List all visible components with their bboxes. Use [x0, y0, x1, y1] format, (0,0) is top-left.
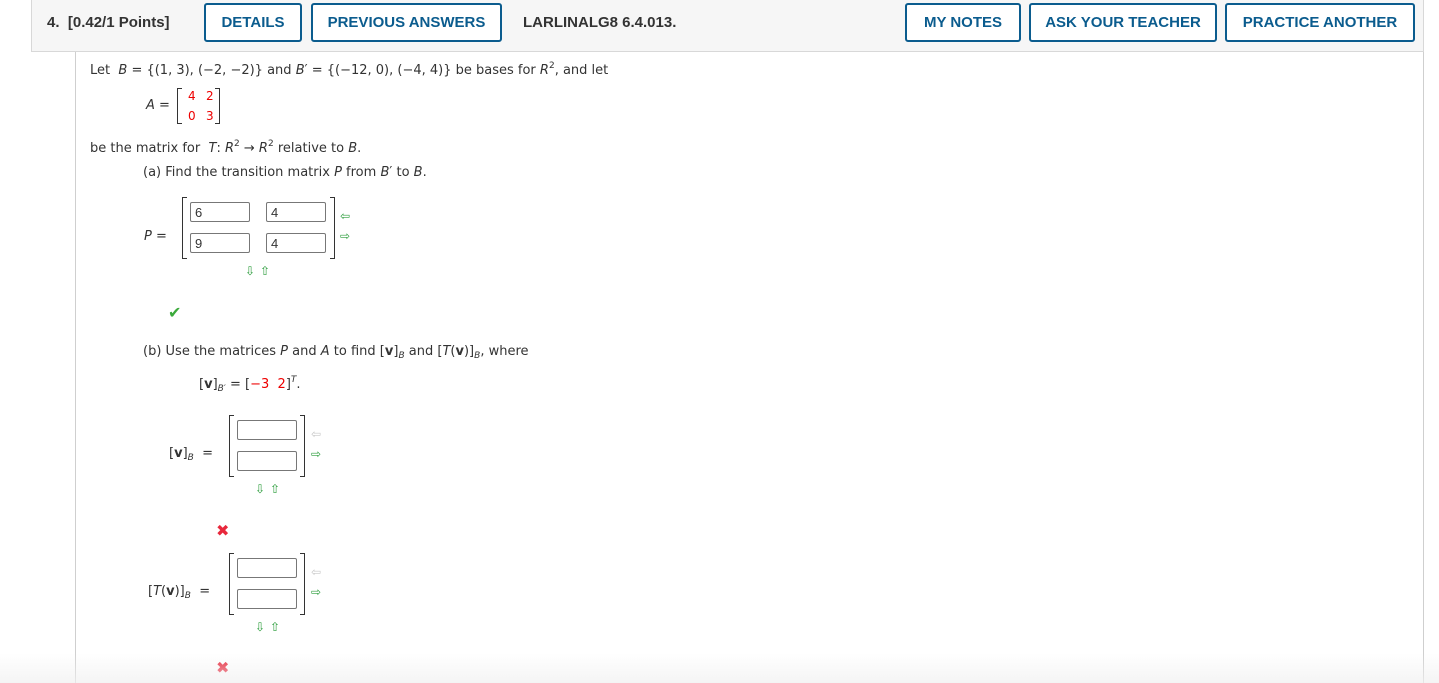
practice-another-button[interactable]: PRACTICE ANOTHER [1225, 3, 1415, 42]
ask-your-teacher-button[interactable]: ASK YOUR TEACHER [1029, 3, 1217, 42]
tv-b-input-1[interactable] [237, 558, 297, 578]
matrix-a-cell: 2 [206, 89, 214, 103]
v-b-input-1[interactable] [237, 420, 297, 440]
add-column-arrow-icon[interactable]: ⇨ [311, 448, 321, 460]
v-b-label: [v]B = [169, 446, 213, 463]
part-b-prompt: (b) Use the matrices P and A to find [v]… [143, 344, 529, 361]
tv-b-input-2[interactable] [237, 589, 297, 609]
my-notes-button[interactable]: MY NOTES [905, 3, 1021, 42]
remove-row-arrow-icon[interactable]: ⇧ [260, 265, 270, 277]
matrix-a-cell: 4 [188, 89, 196, 103]
p-input-r2c1[interactable] [190, 233, 250, 253]
problem-intro: Let B = {(1, 3), (−2, −2)} and B′ = {(−1… [90, 61, 609, 78]
remove-column-arrow-icon[interactable]: ⇦ [311, 566, 321, 578]
matrix-p-right-bracket [330, 197, 335, 259]
part-a-prompt: (a) Find the transition matrix P from B′… [143, 165, 427, 180]
incorrect-x-icon: ✖ [216, 658, 230, 677]
matrix-a-label: A = [146, 98, 170, 113]
v-b-left-bracket [229, 415, 234, 477]
p-input-r1c1[interactable] [190, 202, 250, 222]
incorrect-x-icon: ✖ [216, 521, 230, 540]
remove-column-arrow-icon[interactable]: ⇦ [311, 428, 321, 440]
remove-column-arrow-icon[interactable]: ⇦ [340, 210, 350, 222]
tv-b-left-bracket [229, 553, 234, 615]
remove-row-arrow-icon[interactable]: ⇧ [270, 621, 280, 633]
p-input-r1c2[interactable] [266, 202, 326, 222]
remove-row-arrow-icon[interactable]: ⇧ [270, 483, 280, 495]
matrix-a-cell: 0 [188, 109, 196, 123]
add-column-arrow-icon[interactable]: ⇨ [311, 586, 321, 598]
question-id: LARLINALG8 6.4.013. [523, 14, 677, 31]
matrix-a-cell: 3 [206, 109, 214, 123]
matrix-p-label: P = [144, 229, 167, 244]
v-b-input-2[interactable] [237, 451, 297, 471]
v-b-right-bracket [300, 415, 305, 477]
previous-answers-button[interactable]: PREVIOUS ANSWERS [311, 3, 502, 42]
add-row-arrow-icon[interactable]: ⇩ [255, 621, 265, 633]
correct-check-icon: ✔ [168, 303, 182, 322]
matrix-a-left-bracket [177, 88, 182, 124]
p-input-r2c2[interactable] [266, 233, 326, 253]
add-column-arrow-icon[interactable]: ⇨ [340, 230, 350, 242]
question-number-points: 4. [0.42/1 Points] [47, 14, 170, 31]
v-bprime-definition: [v]B′ = [−3 2]T. [199, 375, 301, 394]
add-row-arrow-icon[interactable]: ⇩ [255, 483, 265, 495]
question-header: 4. [0.42/1 Points] DETAILS PREVIOUS ANSW… [31, 0, 1424, 52]
add-row-arrow-icon[interactable]: ⇩ [245, 265, 255, 277]
matrix-for-text: be the matrix for T: R2 → R2 relative to… [90, 139, 362, 156]
matrix-a-right-bracket [215, 88, 220, 124]
details-button[interactable]: DETAILS [204, 3, 302, 42]
tv-b-label: [T(v)]B = [148, 584, 211, 601]
tv-b-right-bracket [300, 553, 305, 615]
matrix-p-left-bracket [182, 197, 187, 259]
